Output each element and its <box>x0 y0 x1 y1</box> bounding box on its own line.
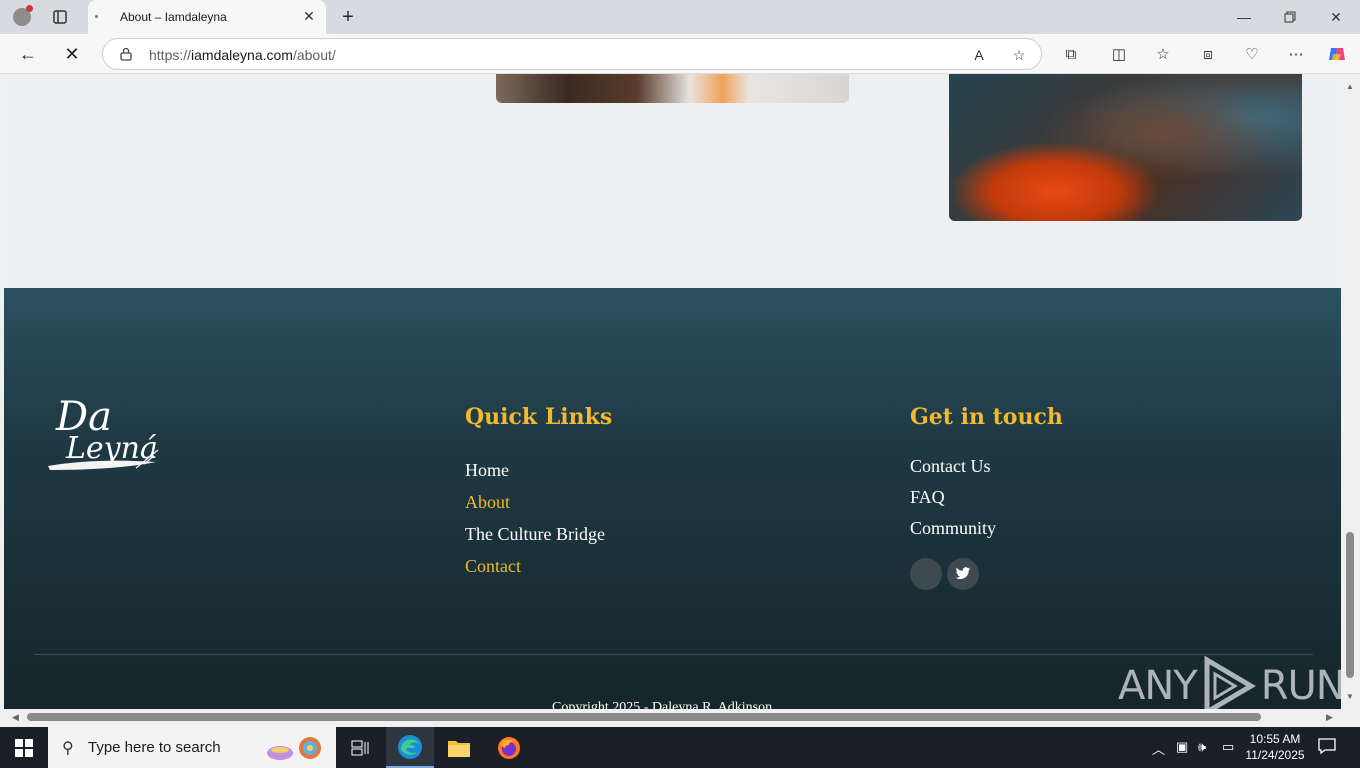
split-screen-icon[interactable]: ◫ <box>1108 43 1130 65</box>
footer-link-culture-bridge[interactable]: The Culture Bridge <box>465 524 605 545</box>
browser-tab-bar: About – Iamdaleyna ✕ + — ✕ <box>0 0 1360 34</box>
site-footer: Da Leyná Quick Links Home About The Cult… <box>4 288 1341 709</box>
favorites-icon[interactable]: ☆ <box>1152 43 1174 65</box>
task-view-icon[interactable] <box>336 727 384 768</box>
footer-link-community[interactable]: Community <box>910 518 996 539</box>
windows-taskbar: ⚲ Type here to search ︿ ▣ 🕪 ▭ 10:55 AM 1… <box>0 727 1360 768</box>
vertical-scroll-thumb[interactable] <box>1346 532 1354 678</box>
vertical-scrollbar[interactable]: ▲ ▼ <box>1341 74 1360 709</box>
watermark-right-text: RUN <box>1260 663 1341 709</box>
taskbar-clock[interactable]: 10:55 AM 11/24/2025 <box>1244 731 1306 763</box>
search-placeholder: Type here to search <box>88 739 221 756</box>
volume-icon[interactable]: 🕪 <box>1198 739 1206 755</box>
page-viewport: Da Leyná Quick Links Home About The Cult… <box>4 74 1341 709</box>
profile-icon[interactable] <box>10 5 34 29</box>
address-bar[interactable]: https://iamdaleyna.com/about/ A ☆ <box>102 38 1042 70</box>
lock-icon[interactable] <box>119 47 133 61</box>
footer-link-contact[interactable]: Contact <box>465 556 521 577</box>
back-icon[interactable]: ← <box>16 42 40 66</box>
tab-title: About – Iamdaleyna <box>120 10 227 24</box>
scroll-right-icon[interactable]: ▶ <box>1326 712 1333 723</box>
file-explorer-icon[interactable] <box>435 727 483 768</box>
social-icon[interactable] <box>910 558 942 590</box>
play-icon <box>1204 656 1256 709</box>
copilot-icon[interactable] <box>1326 43 1348 65</box>
address-toolbar: ← ✕ https://iamdaleyna.com/about/ A ☆ ⧉ … <box>0 34 1360 74</box>
anyrun-watermark: ANY RUN <box>1118 654 1341 709</box>
footer-link-home[interactable]: Home <box>465 460 509 481</box>
favorite-star-icon[interactable]: ☆ <box>1009 45 1029 65</box>
twitter-icon[interactable] <box>947 558 979 590</box>
network-icon[interactable]: ▭ <box>1222 739 1234 755</box>
tray-overflow-icon[interactable]: ︿ <box>1152 739 1165 758</box>
minimize-icon[interactable]: — <box>1232 5 1256 29</box>
scroll-up-icon[interactable]: ▲ <box>1345 82 1355 92</box>
quick-links-title: Quick Links <box>465 404 613 430</box>
stop-loading-icon[interactable]: ✕ <box>60 42 84 66</box>
get-in-touch-title: Get in touch <box>910 404 1063 430</box>
windows-start-icon[interactable] <box>0 727 48 768</box>
tab-favicon <box>95 15 98 18</box>
horizontal-scrollbar[interactable]: ◀ ▶ <box>0 709 1341 726</box>
meet-now-icon[interactable]: ▣ <box>1176 739 1188 755</box>
about-photo-left <box>496 74 849 103</box>
scroll-left-icon[interactable]: ◀ <box>12 712 19 723</box>
footer-link-faq[interactable]: FAQ <box>910 487 945 508</box>
extensions-icon[interactable]: ⧉ <box>1060 43 1082 65</box>
search-icon: ⚲ <box>62 740 74 757</box>
site-logo[interactable]: Da Leyná <box>36 384 166 479</box>
edge-taskbar-icon[interactable] <box>386 727 434 768</box>
about-photo-right <box>949 74 1302 221</box>
taskbar-search-box[interactable]: ⚲ Type here to search <box>48 727 336 768</box>
more-menu-icon[interactable]: ⋯ <box>1285 43 1307 65</box>
clock-time: 10:55 AM <box>1249 732 1301 746</box>
clock-date: 11/24/2025 <box>1245 748 1305 762</box>
close-window-icon[interactable]: ✕ <box>1324 5 1348 29</box>
horizontal-scroll-thumb[interactable] <box>27 713 1261 721</box>
firefox-icon[interactable] <box>485 727 533 768</box>
tab-about[interactable]: About – Iamdaleyna ✕ <box>88 0 326 34</box>
notifications-icon[interactable] <box>1318 737 1336 760</box>
restore-icon[interactable] <box>1278 5 1302 29</box>
new-tab-icon[interactable]: + <box>336 5 360 29</box>
collections-icon[interactable]: ⧈ <box>1197 43 1219 65</box>
read-aloud-icon[interactable]: A <box>969 45 989 65</box>
tab-actions-icon[interactable] <box>48 5 72 29</box>
search-highlight-icon <box>267 737 321 760</box>
footer-link-about[interactable]: About <box>465 492 510 513</box>
scroll-down-icon[interactable]: ▼ <box>1345 692 1355 702</box>
scroll-corner <box>1341 709 1360 726</box>
url-text[interactable]: https://iamdaleyna.com/about/ <box>149 47 336 63</box>
svg-text:Leyná: Leyná <box>65 431 158 466</box>
footer-link-contact-us[interactable]: Contact Us <box>910 456 991 477</box>
browser-essentials-icon[interactable]: ♡ <box>1241 43 1263 65</box>
close-tab-icon[interactable]: ✕ <box>300 7 318 25</box>
watermark-left-text: ANY <box>1118 663 1198 709</box>
copyright-text: Copyright 2025 - Daleyna R. Adkinson <box>552 700 773 709</box>
